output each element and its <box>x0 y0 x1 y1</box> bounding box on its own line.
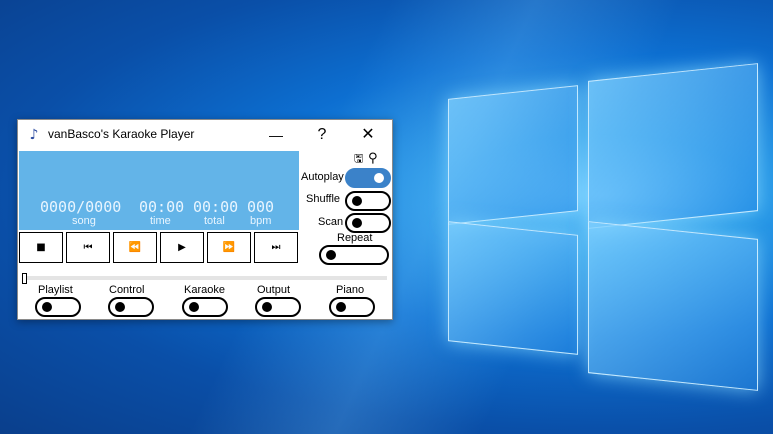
seek-bar[interactable] <box>22 276 387 280</box>
song-label: song <box>72 215 96 227</box>
total-label: total <box>204 215 225 227</box>
output-label: Output <box>257 284 291 296</box>
bpm-value: 000 <box>247 198 275 216</box>
playlist-toggle[interactable] <box>35 297 81 317</box>
shuffle-label: Shuffle <box>306 193 341 205</box>
autoplay-toggle[interactable] <box>345 168 391 188</box>
piano-label: Piano <box>336 284 365 296</box>
windows-logo-pane-top-left <box>448 85 578 225</box>
total-value: 00:00 <box>193 198 239 216</box>
time-label: time <box>150 215 171 227</box>
control-label: Control <box>109 284 145 296</box>
window-title: vanBasco's Karaoke Player <box>48 127 195 141</box>
minimize-button[interactable]: — <box>256 120 296 150</box>
shuffle-toggle[interactable] <box>345 191 391 211</box>
output-toggle[interactable] <box>255 297 301 317</box>
piano-toggle[interactable] <box>329 297 375 317</box>
karaoke-player-window: ♪ vanBasco's Karaoke Player — ? ✕ 0000/0… <box>17 119 393 320</box>
autoplay-label: Autoplay <box>301 171 344 183</box>
repeat-toggle[interactable] <box>319 245 389 265</box>
seek-handle[interactable] <box>22 273 27 284</box>
windows-logo-pane-bottom-right <box>588 221 758 391</box>
search-icon[interactable]: ⚲ <box>368 152 378 165</box>
windows-logo-pane-bottom-left <box>448 221 578 355</box>
title-bar[interactable]: ♪ vanBasco's Karaoke Player — ? ✕ <box>18 120 392 150</box>
scan-toggle[interactable] <box>345 213 391 233</box>
bpm-label: bpm <box>250 215 272 227</box>
song-counter: 0000/0000 <box>40 198 122 216</box>
time-value: 00:00 <box>139 198 185 216</box>
first-track-button[interactable]: ⏮ <box>66 232 110 263</box>
last-track-button[interactable]: ⏭ <box>254 232 298 263</box>
fast-forward-button[interactable]: ⏩ <box>207 232 251 263</box>
app-icon: ♪ <box>29 127 39 143</box>
scan-label: Scan <box>318 216 344 228</box>
stop-button[interactable]: ■ <box>19 232 63 263</box>
karaoke-label: Karaoke <box>184 284 225 296</box>
play-button[interactable]: ▶ <box>160 232 204 263</box>
save-icon[interactable]: 🖫 <box>354 153 363 165</box>
help-button[interactable]: ? <box>302 120 342 150</box>
playlist-label: Playlist <box>38 284 73 296</box>
windows-logo-pane-top-right <box>588 63 758 229</box>
control-toggle[interactable] <box>108 297 154 317</box>
rewind-button[interactable]: ⏪ <box>113 232 157 263</box>
repeat-label: Repeat <box>337 232 373 244</box>
close-button[interactable]: ✕ <box>348 120 388 150</box>
karaoke-toggle[interactable] <box>182 297 228 317</box>
